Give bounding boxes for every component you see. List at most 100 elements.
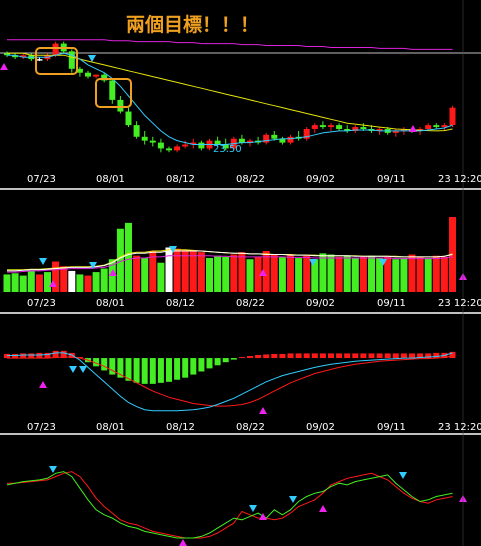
x-tick-label-macd: 07/23	[27, 422, 56, 433]
x-tick-label-volume: 09/11	[377, 298, 406, 309]
candle-body	[85, 72, 91, 77]
x-tick-label-price: 09/02	[306, 174, 335, 185]
macd-histogram-bar	[319, 353, 326, 359]
macd-histogram-bar	[101, 358, 108, 371]
candle-body	[449, 107, 456, 126]
volume-bar	[424, 258, 432, 292]
volume-bar	[76, 274, 84, 292]
x-tick-label-price: 07/23	[27, 174, 56, 185]
volume-bar	[368, 255, 375, 292]
volume-bar	[157, 262, 165, 292]
volume-bar	[84, 275, 92, 292]
volume-bar	[287, 254, 294, 292]
macd-histogram-bar	[206, 358, 213, 369]
sell-marker-icon	[49, 466, 57, 473]
buy-marker-icon	[319, 505, 327, 512]
macd-histogram-bar	[190, 358, 197, 375]
candle-body	[311, 125, 318, 129]
volume-bar	[141, 258, 149, 292]
volume-bar	[60, 266, 68, 292]
kd-d-line	[7, 471, 453, 539]
macd-histogram-bar	[263, 354, 270, 359]
macd-histogram-bar	[166, 358, 172, 382]
macd-histogram-bar	[433, 352, 440, 359]
macd-histogram-bar	[222, 358, 229, 363]
macd-histogram-bar	[400, 353, 407, 359]
x-tick-label-macd: 08/12	[166, 422, 195, 433]
volume-bar	[359, 256, 367, 292]
buy-marker-icon	[409, 125, 417, 132]
volume-bar	[27, 270, 35, 292]
volume-bar	[343, 255, 351, 292]
macd-panel	[4, 350, 456, 414]
candle-body	[336, 125, 343, 129]
macd-histogram-bar	[392, 353, 399, 359]
x-tick-label-price: 08/01	[96, 174, 125, 185]
volume-bar	[125, 222, 132, 292]
volume-bar	[432, 255, 440, 292]
x-tick-label-price: 08/12	[166, 174, 195, 185]
x-tick-label-volume: 23 12:20	[438, 298, 481, 309]
price-annotation: 23.50	[213, 144, 242, 155]
x-tick-label-volume: 08/12	[166, 298, 195, 309]
x-tick-label-price: 09/11	[377, 174, 406, 185]
candle-body	[117, 99, 124, 112]
sell-marker-icon	[399, 472, 407, 479]
candle-body	[157, 142, 164, 149]
macd-histogram-bar	[271, 353, 278, 359]
buy-marker-icon	[179, 539, 187, 546]
macd-histogram-bar	[287, 353, 294, 359]
volume-bar	[214, 255, 222, 292]
sell-marker-icon	[69, 366, 77, 373]
macd-histogram-bar	[295, 353, 302, 359]
candle-body	[360, 127, 367, 129]
volume-bar	[246, 259, 254, 292]
volume-bar	[19, 275, 27, 292]
candle-body	[425, 125, 432, 129]
candle-body	[166, 148, 172, 151]
x-tick-label-macd: 08/22	[236, 422, 265, 433]
volume-bar	[351, 258, 359, 292]
macd-histogram-bar	[328, 353, 334, 359]
volume-bar	[327, 254, 335, 292]
x-tick-label-price: 08/22	[236, 174, 265, 185]
macd-histogram-bar	[133, 358, 140, 383]
volume-bar	[400, 258, 408, 292]
candle-body	[328, 125, 334, 128]
volume-bar	[295, 258, 303, 292]
candle-body	[93, 74, 100, 77]
buy-marker-icon	[0, 63, 8, 70]
volume-bar	[3, 274, 11, 292]
candle-body	[149, 140, 156, 143]
volume-bar	[222, 256, 230, 292]
candle-body	[271, 134, 278, 139]
x-tick-label-macd: 09/11	[377, 422, 406, 433]
volume-panel	[3, 217, 467, 292]
macd-histogram-bar	[141, 358, 148, 384]
volume-bar	[68, 270, 76, 292]
macd-histogram-bar	[28, 353, 35, 359]
volume-bar	[44, 272, 51, 292]
x-tick-label-macd: 08/01	[96, 422, 125, 433]
volume-bar	[303, 255, 311, 292]
chart-title: 兩個目標！！！	[126, 13, 259, 36]
candle-body	[198, 142, 205, 149]
macd-histogram-bar	[238, 357, 245, 359]
volume-bar	[133, 255, 141, 292]
volume-bar	[278, 256, 286, 292]
candle-body	[125, 111, 132, 126]
macd-histogram-bar	[279, 353, 286, 359]
volume-bar	[11, 273, 19, 292]
macd-histogram-bar	[214, 358, 221, 366]
macd-histogram-bar	[384, 353, 391, 359]
buy-marker-icon	[39, 381, 47, 388]
macd-histogram-bar	[336, 353, 343, 359]
macd-histogram-bar	[20, 353, 27, 359]
candle-body	[319, 125, 326, 128]
macd-histogram-bar	[311, 353, 318, 359]
macd-histogram-bar	[352, 353, 359, 359]
volume-bar	[270, 254, 278, 292]
macd-histogram-bar	[230, 358, 237, 360]
volume-bar	[416, 256, 424, 292]
macd-histogram-bar	[149, 358, 156, 384]
